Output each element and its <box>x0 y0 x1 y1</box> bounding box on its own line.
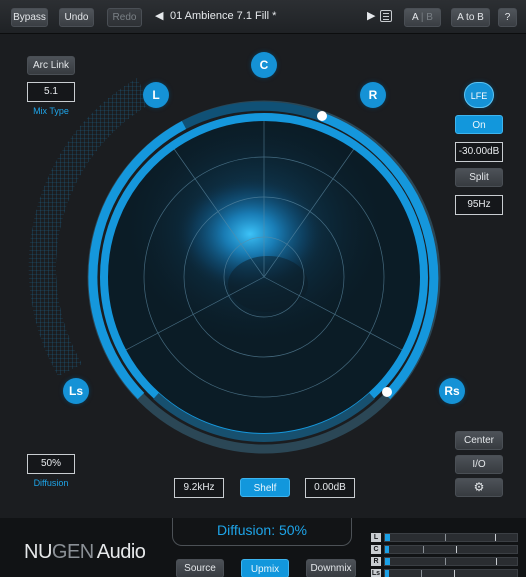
meter-label: C <box>371 545 381 554</box>
a-to-b-button[interactable]: A to B <box>451 8 490 27</box>
ab-compare-button[interactable]: A | B <box>404 8 441 27</box>
speaker-lfe[interactable]: LFE <box>464 82 494 108</box>
meter-peak <box>496 558 497 565</box>
split-button[interactable]: Split <box>455 168 503 187</box>
ab-b-label: B <box>426 12 433 23</box>
redo-button[interactable]: Redo <box>107 8 142 27</box>
meter-peak <box>495 534 496 541</box>
settings-button[interactable]: ⚙ <box>455 478 503 497</box>
help-button[interactable]: ? <box>498 8 517 27</box>
filter-gain-field[interactable]: 0.00dB <box>305 478 355 498</box>
center-button[interactable]: Center <box>455 431 503 450</box>
split-freq-field[interactable]: 95Hz <box>455 195 503 215</box>
lfe-gain-field[interactable]: -30.00dB <box>455 142 503 162</box>
filter-type-button[interactable]: Shelf <box>240 478 290 497</box>
speaker-c[interactable]: C <box>251 52 277 78</box>
page-dots[interactable] <box>74 570 95 577</box>
speaker-r[interactable]: R <box>360 82 386 108</box>
meter-level <box>385 546 389 553</box>
meter-label: R <box>371 557 381 566</box>
meter-bar <box>384 569 518 577</box>
arc-handle-top[interactable] <box>317 111 327 121</box>
arc-handle-right[interactable] <box>382 387 392 397</box>
preset-list-icon[interactable] <box>380 10 392 22</box>
gear-icon: ⚙ <box>473 480 485 494</box>
top-toolbar: Bypass Undo Redo ◀ 01 Ambience 7.1 Fill … <box>0 0 526 34</box>
meter-peak <box>456 546 457 553</box>
meter-level <box>385 534 390 541</box>
meter-mark <box>423 546 424 553</box>
undo-button[interactable]: Undo <box>59 8 94 27</box>
meter-peak <box>454 570 455 577</box>
nugen-logo: NUGEN Audio <box>24 541 146 563</box>
preset-name[interactable]: 01 Ambience 7.1 Fill * <box>170 10 276 22</box>
preset-next-icon[interactable]: ▶ <box>367 9 375 22</box>
arc-link-button[interactable]: Arc Link <box>27 56 75 75</box>
meter-level <box>385 570 389 577</box>
speaker-rs[interactable]: Rs <box>439 378 465 404</box>
diffusion-label: Diffusion <box>33 478 69 488</box>
downmix-button[interactable]: Downmix <box>306 559 356 577</box>
meter-label: L <box>371 533 381 542</box>
meter-mark <box>445 534 446 541</box>
preset-prev-icon[interactable]: ◀ <box>155 9 163 22</box>
meter-level <box>385 558 390 565</box>
filter-freq-field[interactable]: 9.2kHz <box>174 478 224 498</box>
bypass-button[interactable]: Bypass <box>11 8 48 27</box>
meter-bar <box>384 533 518 542</box>
mix-type-field[interactable]: 5.1 <box>27 82 75 102</box>
diffusion-field[interactable]: 50% <box>27 454 75 474</box>
upmix-button[interactable]: Upmix <box>241 559 289 577</box>
meter-label: Ls <box>371 569 381 577</box>
diffusion-status: Diffusion: 50% <box>216 522 307 538</box>
speaker-ls[interactable]: Ls <box>63 378 89 404</box>
meter-bar <box>384 557 518 566</box>
lfe-on-button[interactable]: On <box>455 115 503 134</box>
meter-mark <box>445 558 446 565</box>
meter-bar <box>384 545 518 554</box>
source-button[interactable]: Source <box>176 559 224 577</box>
mix-type-label: Mix Type <box>33 106 69 116</box>
speaker-l[interactable]: L <box>143 82 169 108</box>
io-button[interactable]: I/O <box>455 455 503 474</box>
meter-mark <box>421 570 422 577</box>
